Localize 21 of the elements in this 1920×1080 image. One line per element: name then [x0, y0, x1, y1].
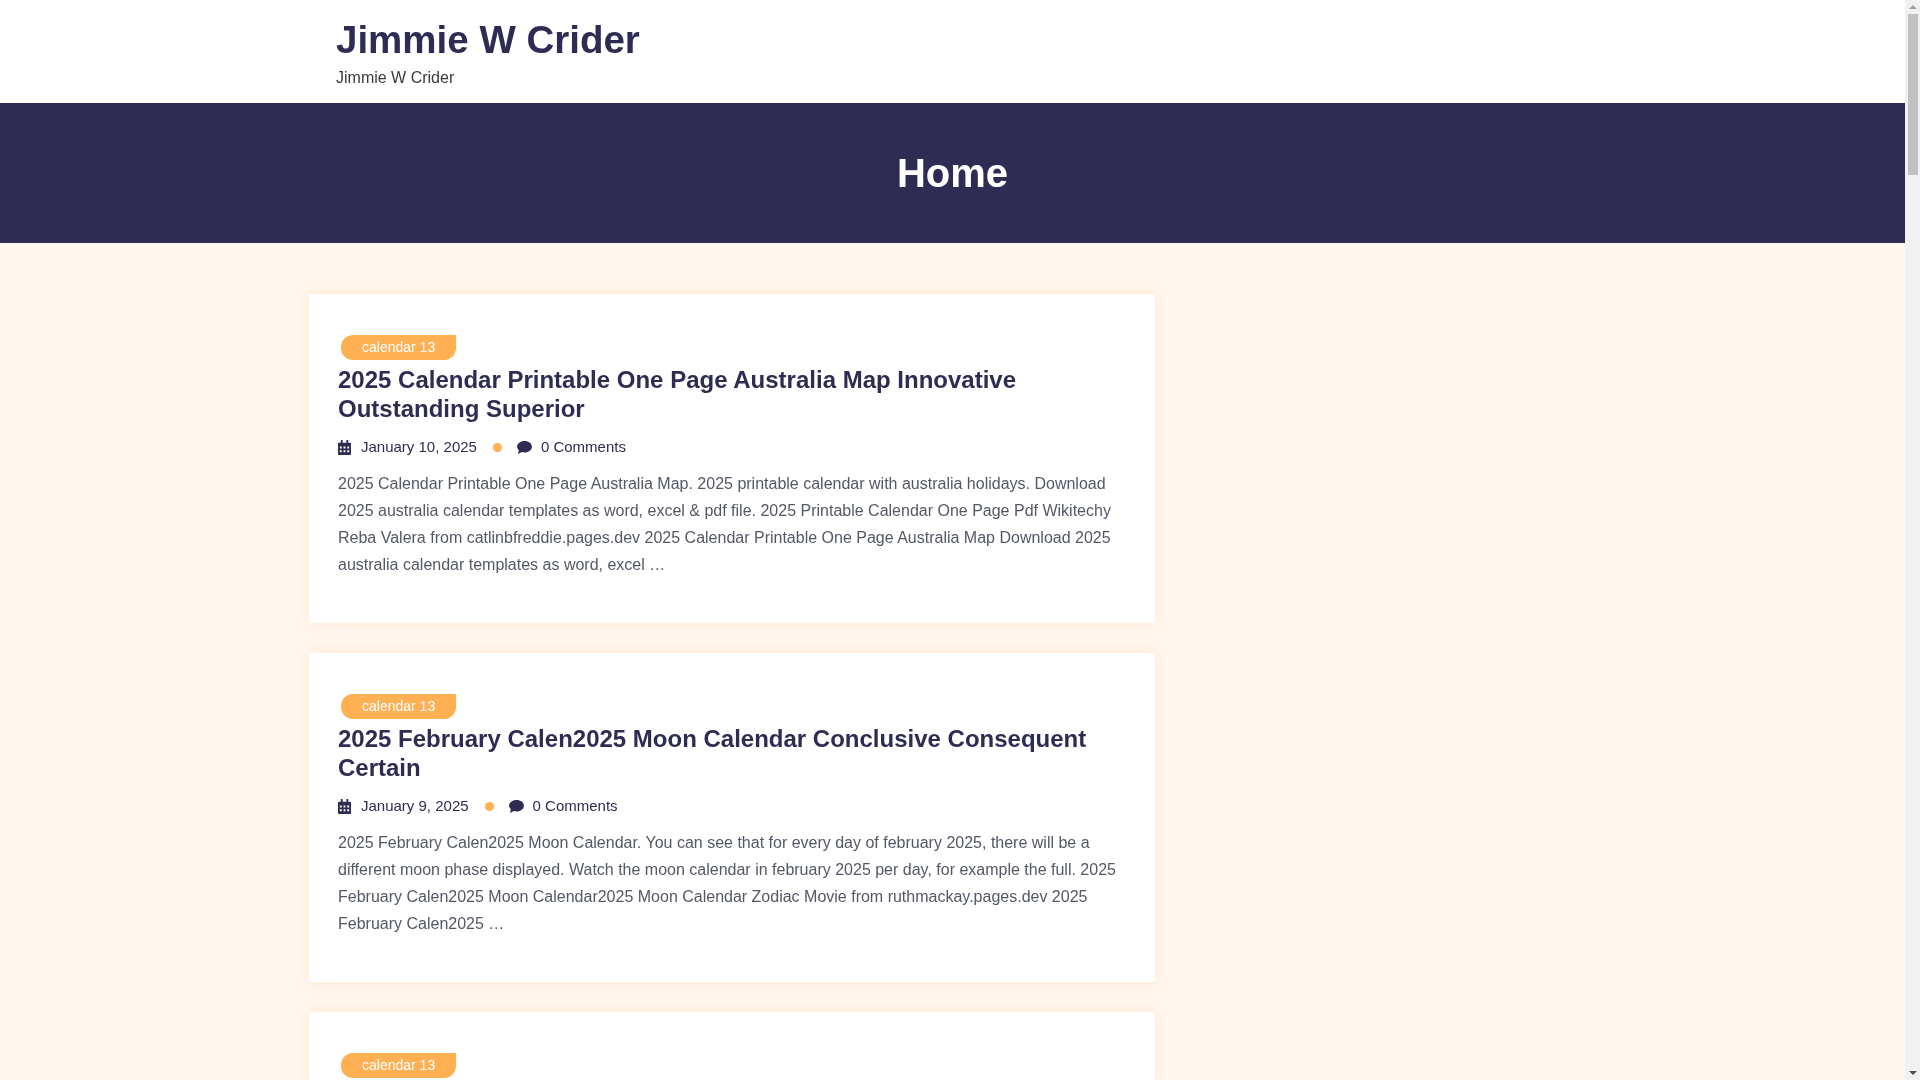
comments-link[interactable]: 0 Comments — [532, 796, 618, 816]
calendar-icon — [338, 798, 351, 814]
site-tagline: Jimmie W Crider — [336, 68, 455, 88]
calendar-icon — [338, 439, 351, 455]
comments-link[interactable]: 0 Comments — [540, 437, 626, 457]
scroll-up-icon[interactable] — [1908, 5, 1917, 9]
post-excerpt: 2025 February Calen2025 Moon Calendar. You can see that for every day of february 2025, there will be a different moon phase displayed. Watch the moon calendar in february 2025 per day, for example the full. 2025 February Calen2025 Moon Calendar2025 Moon Calendar Zodiac Movie from ruthmackay.pages.dev 2025 February Calen2025 … — [338, 833, 1117, 934]
dot-icon — [492, 442, 502, 452]
scrollbar-thumb[interactable] — [1907, 14, 1918, 175]
page-title: Home — [896, 150, 1009, 197]
post-excerpt: 2025 Calendar Printable One Page Australia Map. 2025 printable calendar with australia holidays. Download 2025 australia calendar templates as word, excel & pdf file. 2025 Printable Calendar One Page Pdf Wikitechy Reba Valera from catlinbfreddie.pages.dev 2025 Calendar Printable One Page Australia Map Download 2025 australia calendar templates as word, excel … — [338, 474, 1112, 575]
scroll-down-icon[interactable] — [1908, 1071, 1917, 1075]
scrollbar[interactable] — [1905, 0, 1920, 1080]
post-title[interactable]: 2025 February Calen2025 Moon Calendar Conclusive Consequent Certain — [338, 724, 1126, 782]
comment-icon — [516, 440, 532, 454]
post-date[interactable]: January 10, 2025 — [361, 437, 477, 457]
dot-icon — [484, 801, 494, 811]
post-date[interactable]: January 9, 2025 — [361, 796, 469, 816]
comment-icon — [508, 799, 524, 813]
post-title[interactable]: 2025 Calendar Printable One Page Australia Map Innovative Outstanding Superior — [338, 365, 1126, 423]
site-title[interactable]: Jimmie W Crider — [336, 16, 640, 64]
